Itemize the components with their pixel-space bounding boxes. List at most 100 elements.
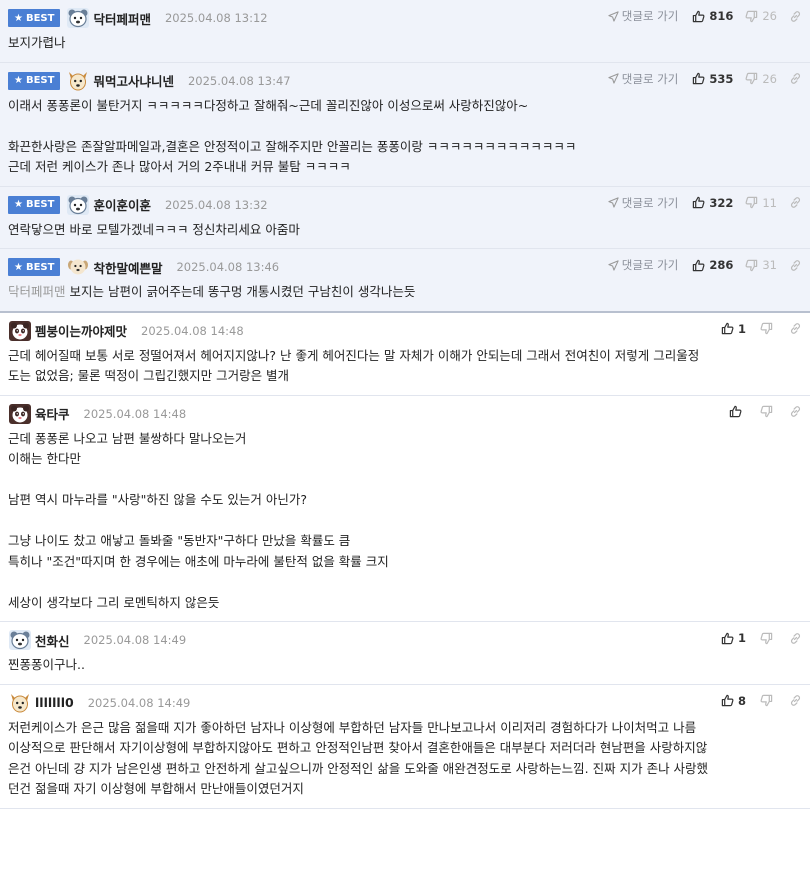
comment-list: ★ BEST 닥터페퍼맨 2025.04.08 13:12 댓글로 가기 816 … xyxy=(0,0,810,809)
nickname[interactable]: 육타쿠 xyxy=(35,404,70,423)
panda-avatar[interactable] xyxy=(8,403,32,425)
link-button[interactable] xyxy=(789,72,802,85)
link-button[interactable] xyxy=(789,10,802,23)
comment-body: 닥터페퍼맨 보지는 남편이 긁어주는데 똥구멍 개통시켰던 구남친이 생각나는듯 xyxy=(8,278,802,311)
comment-body: 이래서 퐁퐁론이 불탄거지 ㅋㅋㅋㅋㅋ다정하고 잘해줘~근데 꼴리진않아 이성으… xyxy=(8,92,802,186)
star-icon: ★ xyxy=(14,261,23,273)
comment-date: 2025.04.08 13:32 xyxy=(164,197,268,212)
comment-body: 저런케이스가 은근 많음 젊을때 지가 좋아하던 남자나 이상형에 부합하던 남… xyxy=(8,714,802,808)
reply-link[interactable]: 댓글로 가기 xyxy=(608,257,679,273)
link-button[interactable] xyxy=(789,259,802,272)
star-icon: ★ xyxy=(14,75,23,86)
thumbs-down-icon xyxy=(760,694,773,707)
thumbs-up-icon xyxy=(729,405,742,418)
link-button[interactable] xyxy=(789,405,802,418)
reply-link[interactable]: 댓글로 가기 xyxy=(608,71,678,87)
comment-actions: 댓글로 가기 286 31 xyxy=(608,255,802,275)
upvote-count: 816 xyxy=(709,9,734,23)
nickname[interactable]: 착한말예쁜말 xyxy=(93,258,162,277)
nickname[interactable]: 뭐먹고사냐니넨 xyxy=(93,71,174,90)
comment-text: 연락닿으면 바로 모텔가겠네ㅋㅋㅋ 정신차리세요 아줌마 xyxy=(8,221,300,237)
downvote-button[interactable]: 26 xyxy=(745,9,777,23)
best-badge: ★ BEST xyxy=(8,9,61,27)
panda-avatar[interactable] xyxy=(8,320,32,342)
link-icon xyxy=(789,196,802,209)
thumbs-down-icon xyxy=(760,322,773,335)
upvote-button[interactable]: 1 xyxy=(721,631,746,645)
send-icon xyxy=(608,259,619,271)
link-icon xyxy=(789,259,802,272)
dog-avatar[interactable] xyxy=(8,692,32,714)
upvote-count: 1 xyxy=(737,321,746,336)
best-badge: ★ BEST xyxy=(8,195,61,214)
comment-text: 저런케이스가 은근 많음 젊을때 지가 좋아하던 남자나 이상형에 부합하던 남… xyxy=(8,719,709,797)
comment-date: 2025.04.08 14:48 xyxy=(83,406,187,421)
comment-actions: 8 xyxy=(721,691,802,711)
downvote-button[interactable]: 11 xyxy=(745,196,777,210)
nickname[interactable]: 천화신 xyxy=(35,631,70,650)
upvote-button[interactable]: 286 xyxy=(692,258,733,272)
bear-avatar[interactable] xyxy=(8,629,32,651)
reply-link[interactable]: 댓글로 가기 xyxy=(608,8,678,24)
send-icon xyxy=(608,10,619,22)
bear-avatar[interactable] xyxy=(66,194,90,216)
downvote-button[interactable] xyxy=(760,632,777,645)
thumbs-down-icon xyxy=(745,196,758,209)
comment-actions: 댓글로 가기 535 26 xyxy=(608,69,802,89)
downvote-count: 26 xyxy=(762,71,777,86)
thumbs-down-icon xyxy=(760,405,773,418)
best-label: BEST xyxy=(25,261,55,273)
comment-text: 보지는 남편이 긁어주는데 똥구멍 개통시켰던 구남친이 생각나는듯 xyxy=(69,284,416,299)
downvote-count: 26 xyxy=(762,9,777,23)
upvote-count: 535 xyxy=(709,71,734,86)
link-button[interactable] xyxy=(789,196,802,209)
link-icon xyxy=(789,72,802,85)
thumbs-up-icon xyxy=(721,694,734,707)
puppy-avatar[interactable] xyxy=(66,256,90,278)
downvote-button[interactable] xyxy=(760,405,777,418)
downvote-count: 31 xyxy=(762,258,777,272)
upvote-count: 1 xyxy=(737,631,746,645)
thumbs-up-icon xyxy=(721,632,734,645)
downvote-button[interactable]: 26 xyxy=(745,72,777,86)
upvote-button[interactable]: 1 xyxy=(721,322,746,336)
comment-actions: 댓글로 가기 816 26 xyxy=(608,6,802,26)
downvote-button[interactable]: 31 xyxy=(745,258,777,272)
comment-header: lllllll0 2025.04.08 14:49 xyxy=(8,692,802,714)
upvote-button[interactable]: 322 xyxy=(692,196,733,210)
star-icon: ★ xyxy=(14,199,23,210)
downvote-button[interactable] xyxy=(760,322,777,335)
comment-text: 이래서 퐁퐁론이 불탄거지 ㅋㅋㅋㅋㅋ다정하고 잘해줘~근데 꼴리진않아 이성으… xyxy=(8,97,577,175)
comment-date: 2025.04.08 14:49 xyxy=(87,695,191,710)
comment-item: ★ BEST 닥터페퍼맨 2025.04.08 13:12 댓글로 가기 816 … xyxy=(0,0,810,63)
nickname[interactable]: 훈이훈이훈 xyxy=(93,195,151,214)
reply-label: 댓글로 가기 xyxy=(621,195,679,210)
upvote-button[interactable]: 8 xyxy=(721,694,746,708)
dog-avatar[interactable] xyxy=(66,70,90,92)
best-badge: ★ BEST xyxy=(8,258,61,276)
thumbs-up-icon xyxy=(692,259,705,272)
comment-text: 보지가렵나 xyxy=(8,35,66,50)
reply-label: 댓글로 가기 xyxy=(621,258,679,272)
nickname[interactable]: 닥터페퍼맨 xyxy=(93,9,151,28)
nickname[interactable]: 펨붕이는까야제맛 xyxy=(35,321,127,340)
send-icon xyxy=(608,197,619,208)
link-button[interactable] xyxy=(789,322,802,335)
mention[interactable]: 닥터페퍼맨 xyxy=(8,284,66,299)
nickname[interactable]: lllllll0 xyxy=(35,695,74,710)
comment-header: 육타쿠 2025.04.08 14:48 xyxy=(8,403,802,425)
upvote-button[interactable] xyxy=(729,405,746,418)
link-icon xyxy=(789,694,802,707)
comment-date: 2025.04.08 13:46 xyxy=(176,260,280,274)
reply-link[interactable]: 댓글로 가기 xyxy=(608,195,679,211)
upvote-button[interactable]: 816 xyxy=(692,9,733,23)
comment-date: 2025.04.08 14:49 xyxy=(83,633,187,647)
bear-avatar[interactable] xyxy=(66,7,90,29)
comment-body: 보지가렵나 xyxy=(8,29,802,62)
link-button[interactable] xyxy=(789,694,802,707)
thumbs-up-icon xyxy=(692,72,705,85)
link-button[interactable] xyxy=(789,632,802,645)
comment-item: lllllll0 2025.04.08 14:49 8 저런케이스가 은근 많음… xyxy=(0,685,810,809)
upvote-button[interactable]: 535 xyxy=(692,72,733,86)
downvote-button[interactable] xyxy=(760,694,777,707)
